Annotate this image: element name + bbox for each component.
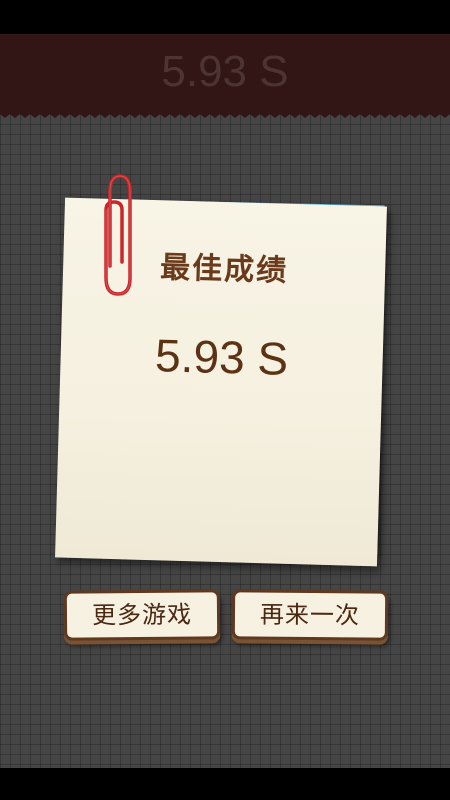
time-header: 5.93 S [0, 34, 450, 112]
current-time-display: 5.93 S [161, 47, 289, 96]
play-again-button[interactable]: 再来一次 [231, 589, 389, 641]
paperclip-icon [104, 174, 132, 296]
best-score-value: 5.93 S [154, 329, 289, 385]
more-games-button[interactable]: 更多游戏 [63, 589, 221, 641]
game-board: 5.93 S 最佳成绩 5.93 S 更多游戏 再来一次 [0, 34, 450, 768]
header-zigzag-edge [0, 112, 450, 118]
